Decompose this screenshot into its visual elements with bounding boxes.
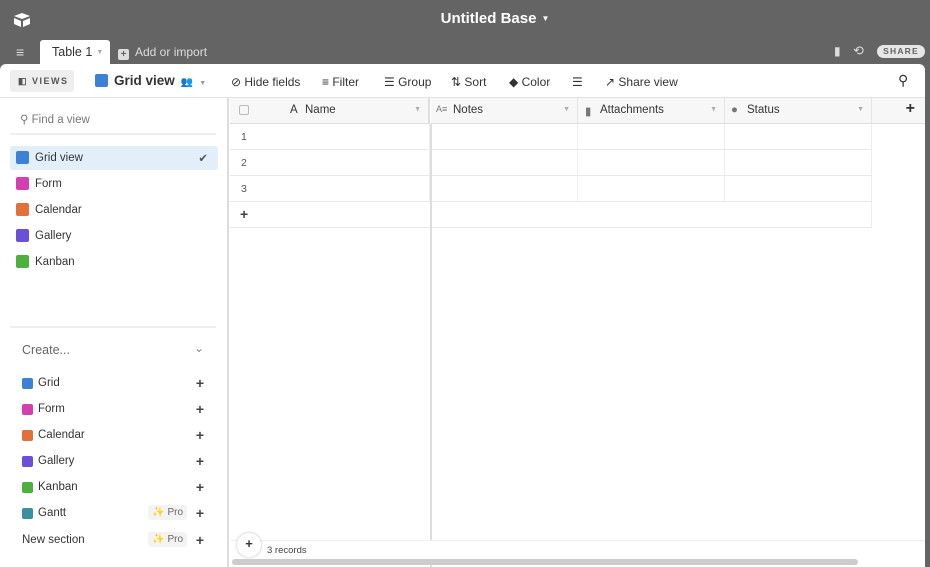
view-type-icon <box>16 203 29 216</box>
share-icon: ↗ <box>605 75 619 89</box>
view-type-icon <box>22 378 33 389</box>
column-header-attachments[interactable]: ▮ Attachments ▼ <box>578 98 725 124</box>
sidebar-view-grid-view[interactable]: Grid view ✔ <box>10 146 218 170</box>
pro-badge: ✨ Pro <box>148 532 187 547</box>
grid-icon <box>95 74 108 87</box>
create-section-toggle[interactable]: Create... <box>22 343 70 357</box>
view-type-icon <box>16 255 29 268</box>
plus-icon[interactable]: + <box>196 479 204 495</box>
share-button[interactable]: SHARE <box>877 45 925 58</box>
tab-table-1[interactable]: Table 1 ▼ <box>40 40 110 64</box>
color-button[interactable]: ◆ Color <box>509 75 550 89</box>
group-icon: ☰ <box>384 75 399 89</box>
table-cell[interactable] <box>578 150 725 176</box>
sidebar-view-gallery[interactable]: Gallery <box>10 224 218 248</box>
search-icon: ⚲ <box>20 114 32 126</box>
eye-slash-icon: ⊘ <box>231 75 245 89</box>
find-view-input[interactable]: ⚲ Find a view <box>20 112 90 126</box>
add-or-import-button[interactable]: + Add or import <box>118 45 207 60</box>
plus-icon[interactable]: + <box>196 505 204 521</box>
long-text-icon: A≡ <box>436 104 448 114</box>
attachment-icon: ▮ <box>585 106 592 118</box>
plus-icon: + <box>118 49 129 60</box>
add-row-button[interactable]: + <box>230 202 872 228</box>
plus-icon[interactable]: + <box>196 453 204 469</box>
table-cell[interactable] <box>725 176 872 202</box>
create-kanban[interactable]: Kanban + <box>22 479 212 495</box>
record-count: 3 records <box>267 545 307 556</box>
plus-icon[interactable]: + <box>196 401 204 417</box>
table-cell[interactable] <box>725 124 872 150</box>
create-gallery[interactable]: Gallery + <box>22 453 212 469</box>
sidebar-view-calendar[interactable]: Calendar <box>10 198 218 222</box>
select-all-checkbox[interactable] <box>239 105 249 115</box>
row-height-icon[interactable]: ☰ <box>572 75 583 89</box>
add-record-button[interactable]: + <box>237 533 261 557</box>
row-number-cell[interactable]: 1 <box>230 124 430 150</box>
view-type-icon <box>16 151 29 164</box>
chevron-down-icon[interactable]: ⌄ <box>194 341 204 355</box>
sidebar-view-kanban[interactable]: Kanban <box>10 250 218 274</box>
hide-fields-button[interactable]: ⊘ Hide fields <box>231 75 300 89</box>
row-number-cell[interactable]: 2 <box>230 150 430 176</box>
table-cell[interactable] <box>431 124 578 150</box>
filter-button[interactable]: ≡ Filter <box>322 75 359 89</box>
view-type-icon <box>22 404 33 415</box>
group-button[interactable]: ☰ Group <box>384 75 431 89</box>
share-view-button[interactable]: ↗ Share view <box>605 75 678 89</box>
plus-icon[interactable]: + <box>196 375 204 391</box>
table-cell[interactable] <box>431 176 578 202</box>
create-calendar[interactable]: Calendar + <box>22 427 212 443</box>
filter-icon: ≡ <box>322 75 333 89</box>
menu-icon[interactable]: ≡ <box>16 44 24 60</box>
view-type-icon <box>22 456 33 467</box>
add-field-button[interactable]: + <box>872 98 925 124</box>
horizontal-scrollbar[interactable] <box>232 559 858 565</box>
view-type-icon <box>22 508 33 519</box>
plus-icon[interactable]: + <box>196 427 204 443</box>
views-toggle-button[interactable]: ◧ VIEWS <box>10 70 74 92</box>
trash-icon[interactable]: ▮ <box>834 44 841 58</box>
check-icon: ✔ <box>198 153 208 165</box>
table-cell[interactable] <box>578 124 725 150</box>
table-cell[interactable] <box>431 150 578 176</box>
column-header-name[interactable]: A Name ▼ <box>230 98 430 124</box>
view-type-icon <box>16 177 29 190</box>
row-number-cell[interactable]: 3 <box>230 176 430 202</box>
views-sidebar: ⚲ Find a view Grid view ✔ Form Calendar Gall… <box>0 98 229 567</box>
view-type-icon <box>22 482 33 493</box>
pro-badge: ✨ Pro <box>148 505 187 520</box>
paint-bucket-icon: ◆ <box>509 75 522 89</box>
table-cell[interactable] <box>725 150 872 176</box>
single-select-icon: ● <box>731 104 738 116</box>
sort-icon: ⇅ <box>451 75 465 89</box>
history-icon[interactable]: ⟲ <box>853 43 864 59</box>
create-grid[interactable]: Grid + <box>22 375 212 391</box>
column-header-notes[interactable]: A≡ Notes ▼ <box>431 98 578 124</box>
base-title[interactable]: Untitled Base ▼ <box>0 10 930 27</box>
plus-icon[interactable]: + <box>196 532 204 548</box>
view-name-dropdown[interactable]: Grid view 👥 ▼ <box>95 73 206 88</box>
table-cell[interactable] <box>578 176 725 202</box>
collaborators-icon: 👥 <box>180 77 194 88</box>
view-type-icon <box>22 430 33 441</box>
create-form[interactable]: Form + <box>22 401 212 417</box>
sidebar-icon: ◧ <box>18 76 33 86</box>
new-section-item[interactable]: New section ✨ Pro + <box>22 532 212 548</box>
sidebar-view-form[interactable]: Form <box>10 172 218 196</box>
search-icon[interactable]: ⚲ <box>898 72 908 89</box>
text-field-icon: A <box>290 104 298 116</box>
view-type-icon <box>16 229 29 242</box>
create-gantt[interactable]: Gantt ✨ Pro + <box>22 505 212 521</box>
sort-button[interactable]: ⇅ Sort <box>451 75 486 89</box>
column-header-status[interactable]: ● Status ▼ <box>725 98 872 124</box>
